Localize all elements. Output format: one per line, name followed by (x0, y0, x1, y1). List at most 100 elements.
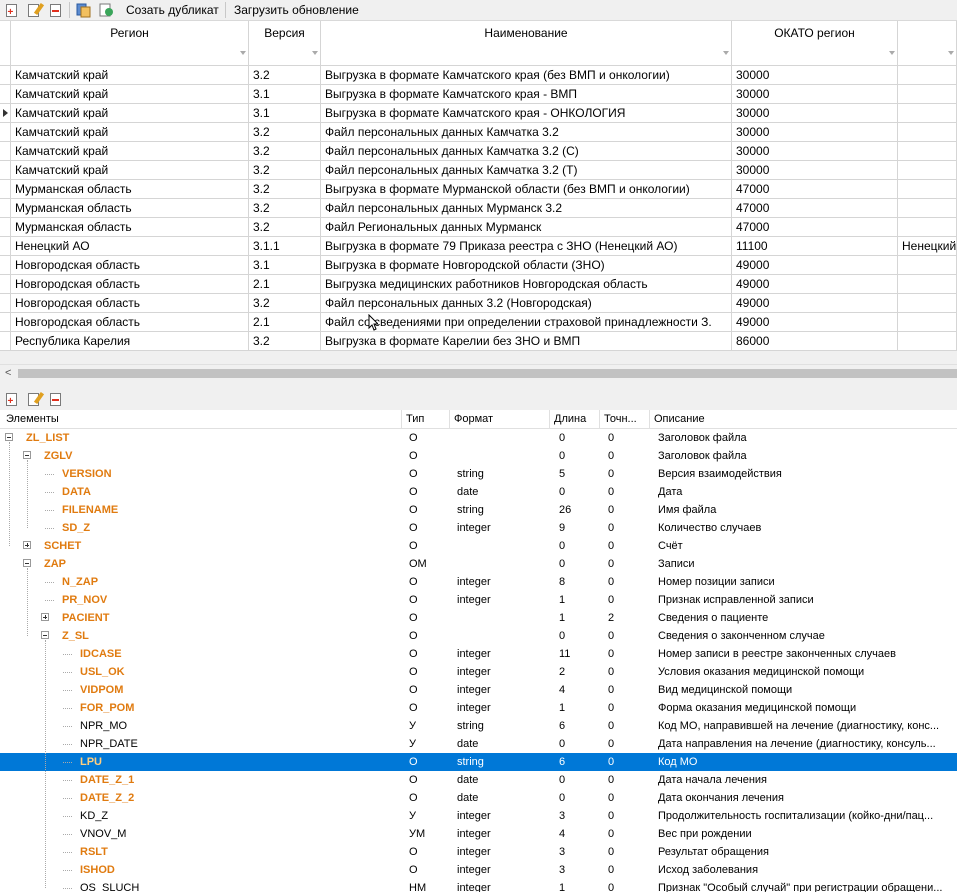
filter-version[interactable] (249, 45, 321, 65)
cell-version[interactable]: 3.2 (249, 218, 321, 237)
cell-okato[interactable]: 49000 (732, 294, 898, 313)
scrollbar-thumb[interactable] (18, 369, 957, 378)
row-indicator[interactable] (0, 66, 11, 85)
collapse-icon[interactable] (41, 631, 49, 639)
horizontal-scrollbar[interactable]: < (0, 364, 957, 382)
cell-version[interactable]: 3.1 (249, 104, 321, 123)
filter-region[interactable] (11, 45, 249, 65)
tree-row[interactable]: NPR_DATE Уdate 0 0 Дата направления на лечен… (0, 735, 957, 753)
row-indicator[interactable] (0, 180, 11, 199)
tree-node-name[interactable]: NPR_DATE (80, 735, 400, 753)
tree-node-name[interactable]: DATE_Z_2 (80, 789, 400, 807)
filter-extra[interactable] (898, 45, 957, 65)
cell-region[interactable]: Камчатский край (11, 161, 249, 180)
cell-extra[interactable] (898, 294, 957, 313)
collapse-icon[interactable] (23, 451, 31, 459)
cell-okato[interactable]: 47000 (732, 199, 898, 218)
cell-name[interactable]: Выгрузка в формате Камчатского края - ВМ… (321, 85, 732, 104)
row-indicator[interactable] (0, 123, 11, 142)
row-indicator[interactable] (0, 218, 11, 237)
tree-node-name[interactable]: LPU (80, 753, 400, 771)
cell-extra[interactable] (898, 66, 957, 85)
cell-okato[interactable]: 49000 (732, 275, 898, 294)
row-indicator[interactable] (0, 142, 11, 161)
duplicate-button[interactable]: Созать дубликат (123, 2, 222, 18)
cell-extra[interactable]: Ненецкий (898, 237, 957, 256)
table-row[interactable]: Ненецкий АО 3.1.1 Выгрузка в формате 79 Пр… (0, 237, 957, 256)
cell-name[interactable]: Выгрузка в формате Камчатского края - ОН… (321, 104, 732, 123)
table-row[interactable]: Камчатский край 3.2 Файл персональных данн… (0, 142, 957, 161)
cell-version[interactable]: 3.2 (249, 294, 321, 313)
cell-name[interactable]: Файл Региональных данных Мурманск (321, 218, 732, 237)
table-row[interactable]: Камчатский край 3.1 Выгрузка в формате Кам… (0, 85, 957, 104)
cell-extra[interactable] (898, 218, 957, 237)
tree-row[interactable]: SCHET О 0 0 Счёт (0, 537, 957, 555)
chevron-down-icon[interactable] (889, 51, 895, 55)
tree-node-name[interactable]: NPR_MO (80, 717, 400, 735)
chevron-down-icon[interactable] (240, 51, 246, 55)
collapse-icon[interactable] (23, 559, 31, 567)
tree-node-name[interactable]: ZAP (44, 555, 400, 573)
cell-extra[interactable] (898, 256, 957, 275)
tree-node-name[interactable]: KD_Z (80, 807, 400, 825)
cell-version[interactable]: 3.2 (249, 161, 321, 180)
tree-row[interactable]: KD_Z Уinteger 3 0 Продолжительность госпитал… (0, 807, 957, 825)
table-row[interactable]: Новгородская область 2.1 Выгрузка медицинс… (0, 275, 957, 294)
cell-version[interactable]: 3.2 (249, 332, 321, 351)
cell-region[interactable]: Ненецкий АО (11, 237, 249, 256)
tree-column-length[interactable]: Длина (550, 410, 600, 428)
add-icon[interactable]: + (3, 391, 19, 407)
edit-icon[interactable] (25, 391, 44, 407)
tree-row[interactable]: ISHOD Оinteger 3 0 Исход заболевания (0, 861, 957, 879)
expand-icon[interactable] (41, 613, 49, 621)
column-header-name[interactable]: Наименование (321, 21, 732, 45)
row-indicator[interactable] (0, 85, 11, 104)
cell-name[interactable]: Выгрузка в формате Новгородской области … (321, 256, 732, 275)
tree-row[interactable]: PR_NOV Оinteger 1 0 Признак исправленной зап… (0, 591, 957, 609)
cell-okato[interactable]: 30000 (732, 66, 898, 85)
row-indicator[interactable] (0, 332, 11, 351)
tree-node-name[interactable]: SCHET (44, 537, 400, 555)
cell-name[interactable]: Файл персональных данных 3.2 (Новгородск… (321, 294, 732, 313)
cell-okato[interactable]: 47000 (732, 180, 898, 199)
tree-column-description[interactable]: Описание (650, 410, 957, 428)
cell-region[interactable]: Камчатский край (11, 123, 249, 142)
refresh-icon[interactable] (98, 2, 114, 18)
tree-node-name[interactable]: PR_NOV (62, 591, 400, 609)
cell-extra[interactable] (898, 313, 957, 332)
row-indicator[interactable] (0, 294, 11, 313)
cell-extra[interactable] (898, 332, 957, 351)
tree-node-name[interactable]: VNOV_M (80, 825, 400, 843)
tree-row[interactable]: USL_OK Оinteger 2 0 Условия оказания медицин… (0, 663, 957, 681)
row-indicator[interactable] (0, 161, 11, 180)
tree-node-name[interactable]: SD_Z (62, 519, 400, 537)
cell-name[interactable]: Файл персональных данных Мурманск 3.2 (321, 199, 732, 218)
tree-row[interactable]: ZAP ОМ 0 0 Записи (0, 555, 957, 573)
tree-node-name[interactable]: ZL_LIST (26, 429, 400, 447)
tree-row[interactable]: DATE_Z_1 Оdate 0 0 Дата начала лечения (0, 771, 957, 789)
cell-okato[interactable]: 49000 (732, 256, 898, 275)
table-row[interactable]: Мурманская область 3.2 Выгрузка в формате … (0, 180, 957, 199)
cell-version[interactable]: 2.1 (249, 313, 321, 332)
cell-version[interactable]: 3.2 (249, 142, 321, 161)
collapse-icon[interactable] (5, 433, 13, 441)
cell-okato[interactable]: 86000 (732, 332, 898, 351)
cell-name[interactable]: Выгрузка в формате Мурманской области (б… (321, 180, 732, 199)
cell-name[interactable]: Выгрузка в формате 79 Приказа реестра с … (321, 237, 732, 256)
table-row[interactable]: Камчатский край 3.2 Выгрузка в формате Кам… (0, 66, 957, 85)
cell-version[interactable]: 3.1.1 (249, 237, 321, 256)
cell-okato[interactable]: 30000 (732, 142, 898, 161)
load-update-button[interactable]: Загрузить обновление (231, 2, 362, 18)
column-header-okato[interactable]: ОКАТО регион (732, 21, 898, 45)
copy-icon[interactable] (76, 2, 92, 18)
table-row[interactable]: Камчатский край 3.2 Файл персональных данн… (0, 161, 957, 180)
cell-version[interactable]: 3.2 (249, 66, 321, 85)
filter-okato[interactable] (732, 45, 898, 65)
tree-row[interactable]: ZGLV О 0 0 Заголовок файла (0, 447, 957, 465)
cell-okato[interactable]: 47000 (732, 218, 898, 237)
tree-row[interactable]: DATA Оdate 0 0 Дата (0, 483, 957, 501)
table-row[interactable]: Мурманская область 3.2 Файл персональных д… (0, 199, 957, 218)
row-indicator[interactable] (0, 256, 11, 275)
tree-node-name[interactable]: VERSION (62, 465, 400, 483)
tree-row[interactable]: SD_Z Оinteger 9 0 Количество случаев (0, 519, 957, 537)
